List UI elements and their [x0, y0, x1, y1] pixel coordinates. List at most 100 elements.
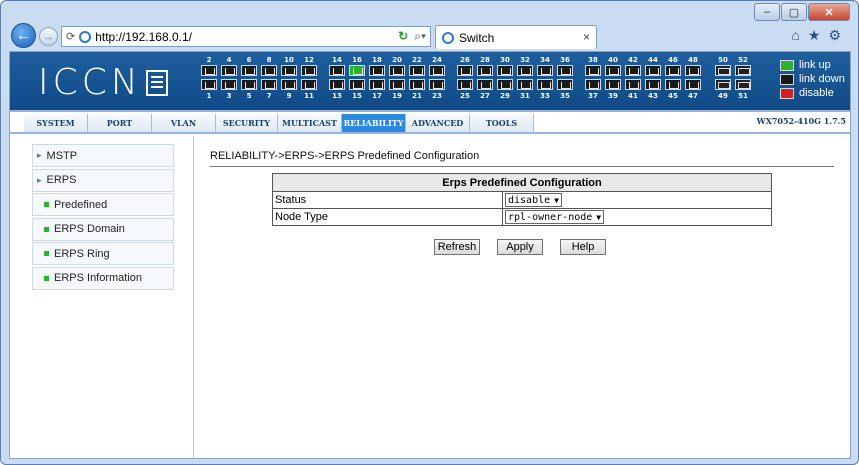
port-48[interactable]	[685, 65, 701, 76]
port-35[interactable]	[557, 79, 573, 90]
port-1[interactable]	[201, 79, 217, 90]
port-29[interactable]	[497, 79, 513, 90]
back-arrow-icon[interactable]: ←	[11, 23, 36, 48]
port-33[interactable]	[537, 79, 553, 90]
port-26[interactable]	[457, 65, 473, 76]
port-2[interactable]	[201, 65, 217, 76]
refresh-button[interactable]: Refresh	[434, 239, 480, 255]
port-19[interactable]	[389, 79, 405, 90]
port-43[interactable]	[645, 79, 661, 90]
port-13[interactable]	[329, 79, 345, 90]
port-9[interactable]	[281, 79, 297, 90]
port-22[interactable]	[409, 65, 425, 76]
port-40[interactable]	[605, 65, 621, 76]
sfp-port-51[interactable]	[735, 79, 751, 90]
port-27[interactable]	[477, 79, 493, 90]
legend-up-swatch	[780, 59, 794, 71]
port-32[interactable]	[517, 65, 533, 76]
nav-item-erps-information[interactable]: ERPS Information	[32, 266, 174, 290]
port-41[interactable]	[625, 79, 641, 90]
forward-arrow-icon[interactable]: →	[39, 27, 58, 46]
port-25[interactable]	[457, 79, 473, 90]
node-type-select[interactable]: rpl-owner-node ▼	[505, 210, 605, 224]
port-39[interactable]	[605, 79, 621, 90]
menu-multicast[interactable]: MULTICAST	[278, 114, 342, 132]
port-20[interactable]	[389, 65, 405, 76]
port-number: 46	[668, 56, 678, 64]
port-10[interactable]	[281, 65, 297, 76]
port-8[interactable]	[261, 65, 277, 76]
maximize-button[interactable]: ▢	[781, 3, 807, 21]
menu-system[interactable]: SYSTEM	[24, 114, 88, 132]
minimize-button[interactable]: –	[754, 3, 780, 21]
nav-item-predefined[interactable]: Predefined	[32, 193, 174, 216]
port-18[interactable]	[369, 65, 385, 76]
port-37[interactable]	[585, 79, 601, 90]
nav-item-erps-ring[interactable]: ERPS Ring	[32, 242, 174, 265]
menu-advanced[interactable]: ADVANCED	[406, 114, 470, 132]
compat-view-icon[interactable]: ⟳	[66, 30, 75, 43]
port-46[interactable]	[665, 65, 681, 76]
port-11[interactable]	[301, 79, 317, 90]
port-45[interactable]	[665, 79, 681, 90]
favorites-star-icon[interactable]: ★	[808, 27, 821, 44]
port-6[interactable]	[241, 65, 257, 76]
port-44[interactable]	[645, 65, 661, 76]
address-bar[interactable]: ⟳ http://192.168.0.1/ ↻ ⌕▾	[61, 26, 431, 47]
refresh-icon[interactable]: ↻	[398, 29, 408, 44]
port-36[interactable]	[557, 65, 573, 76]
menu-tools[interactable]: TOOLS	[470, 114, 534, 132]
nav-item-label: ERPS Information	[54, 272, 143, 284]
port-28[interactable]	[477, 65, 493, 76]
port-47[interactable]	[685, 79, 701, 90]
nav-item-mstp[interactable]: ▸ MSTP	[32, 144, 174, 167]
address-url[interactable]: http://192.168.0.1/	[95, 30, 192, 44]
menu-security[interactable]: SECURITY	[216, 114, 278, 132]
help-button[interactable]: Help	[560, 239, 606, 255]
sfp-port-50[interactable]	[715, 65, 731, 76]
port-23[interactable]	[429, 79, 445, 90]
port-30[interactable]	[497, 65, 513, 76]
apply-button[interactable]: Apply	[497, 239, 543, 255]
port-31[interactable]	[517, 79, 533, 90]
port-number: 52	[738, 56, 748, 64]
config-area: RELIABILITY->ERPS->ERPS Predefined Confi…	[195, 136, 850, 458]
chevron-down-icon: ▼	[596, 212, 602, 222]
ie-page-icon	[79, 30, 92, 43]
arrow-right-icon: ▸	[37, 150, 42, 160]
search-icon[interactable]: ⌕▾	[414, 29, 426, 44]
port-34[interactable]	[537, 65, 553, 76]
port-42[interactable]	[625, 65, 641, 76]
tab-close-icon[interactable]: ×	[583, 30, 590, 44]
sfp-port-52[interactable]	[735, 65, 751, 76]
menu-port[interactable]: PORT	[88, 114, 152, 132]
status-select[interactable]: disable ▼	[505, 193, 562, 207]
bullet-square-icon	[44, 275, 49, 281]
port-12[interactable]	[301, 65, 317, 76]
port-15[interactable]	[349, 79, 365, 90]
arrow-right-icon: ▸	[37, 174, 42, 185]
port-4[interactable]	[221, 65, 237, 76]
port-14[interactable]	[329, 65, 345, 76]
port-number: 35	[560, 92, 570, 100]
port-24[interactable]	[429, 65, 445, 76]
browser-tab[interactable]: Switch ×	[435, 25, 597, 49]
nav-item-erps[interactable]: ▸ ERPS	[32, 168, 174, 192]
port-21[interactable]	[409, 79, 425, 90]
port-7[interactable]	[261, 79, 277, 90]
port-3[interactable]	[221, 79, 237, 90]
port-5[interactable]	[241, 79, 257, 90]
port-number: 30	[500, 56, 510, 64]
menu-reliability[interactable]: RELIABILITY	[342, 114, 406, 132]
menu-vlan[interactable]: VLAN	[152, 114, 216, 132]
home-icon[interactable]: ⌂	[791, 27, 799, 44]
nav-item-erps-domain[interactable]: ERPS Domain	[32, 217, 174, 241]
sfp-port-49[interactable]	[715, 79, 731, 90]
port-17[interactable]	[369, 79, 385, 90]
close-button[interactable]: ✕	[808, 3, 850, 21]
action-buttons: Refresh Apply Help	[434, 239, 606, 255]
port-38[interactable]	[585, 65, 601, 76]
port-number: 20	[392, 56, 402, 64]
gear-icon[interactable]: ⚙	[828, 27, 841, 44]
port-16[interactable]	[349, 65, 365, 76]
